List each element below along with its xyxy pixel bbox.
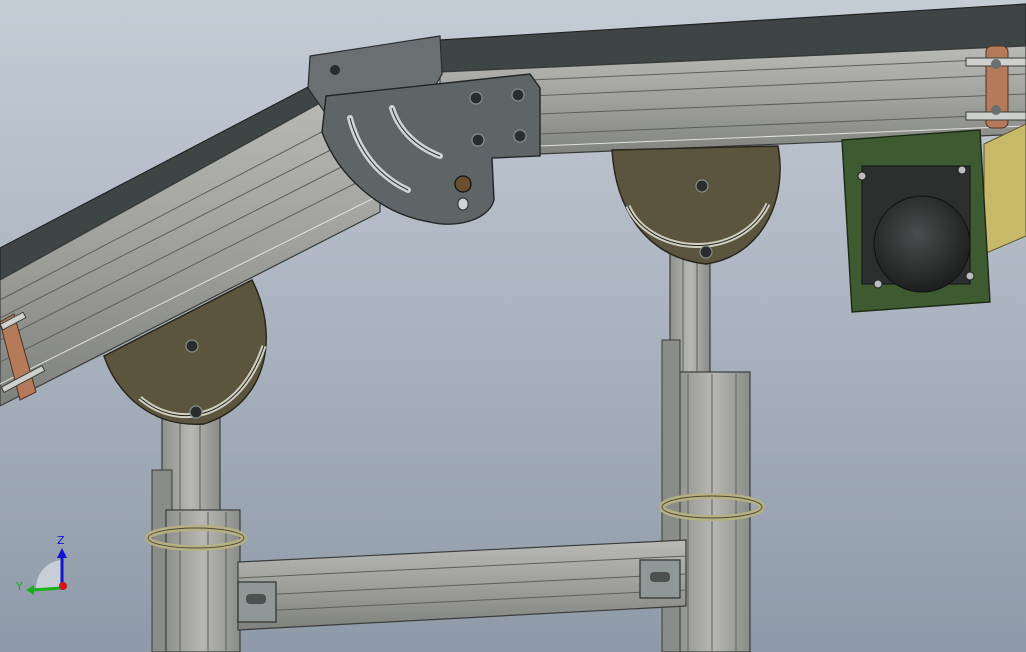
right-leg-outer-tube (675, 371, 751, 652)
pivot-axle (454, 175, 472, 193)
triad-y-label: Y (15, 580, 23, 593)
triad-y-axis (31, 586, 63, 592)
cad-3d-viewport[interactable]: Z Y (0, 0, 1026, 652)
motor-housing (873, 195, 971, 293)
triad-x-axis (59, 582, 67, 590)
motor-shroud (983, 123, 1026, 255)
crossbar-bracket-right (639, 559, 681, 599)
crossbar-bracket-left (237, 581, 277, 623)
triad-z-label: Z (57, 534, 65, 547)
